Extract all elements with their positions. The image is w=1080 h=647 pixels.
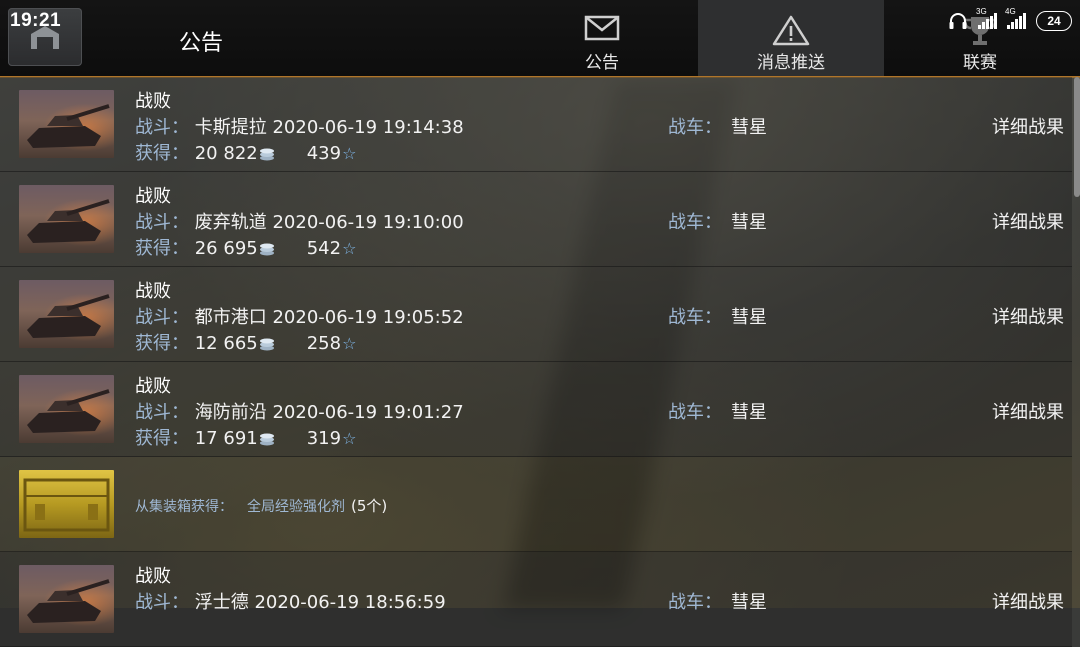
tank-thumbnail (19, 185, 114, 253)
battle-info: 战斗： 浮士德 2020-06-19 18:56:59 (135, 588, 446, 614)
battle-datetime: 2020-06-19 19:01:27 (272, 402, 464, 423)
detail-results-button[interactable]: 详细战果 (992, 398, 1064, 424)
battle-info: 战斗： 卡斯提拉 2020-06-19 19:14:38 (135, 113, 464, 139)
earned-info: 获得： 12 665 258☆ (135, 329, 356, 355)
battle-result: 战败 (135, 281, 171, 302)
signal-4g-icon: 4G (1005, 7, 1026, 29)
battle-label: 战斗： (135, 307, 189, 328)
list-item: 战败 战斗： 海防前沿 2020-06-19 19:01:27 获得： 17 6… (0, 362, 1072, 457)
map-name: 废弃轨道 (194, 212, 267, 233)
crate-source-label: 从集装箱获得： (135, 499, 233, 515)
crate-item-name: 全局经验强化剂 (247, 499, 345, 515)
experience-star-icon: ☆ (342, 239, 357, 258)
detail-results-button[interactable]: 详细战果 (992, 208, 1064, 234)
exp-value: 319 (306, 428, 342, 449)
list-item: 战败 战斗： 浮士德 2020-06-19 18:56:59 战车： 彗星 详细… (0, 552, 1072, 647)
battle-result: 战败 (135, 376, 171, 397)
crate-thumbnail (19, 470, 114, 538)
credits-value: 12 665 (194, 333, 258, 354)
detail-results-button[interactable]: 详细战果 (992, 303, 1064, 329)
earned-label: 获得： (135, 333, 189, 354)
tank-thumbnail (19, 280, 114, 348)
credits-value: 20 822 (194, 143, 258, 164)
tank-label: 战车： (668, 592, 722, 613)
battle-info: 战斗： 海防前沿 2020-06-19 19:01:27 (135, 398, 464, 424)
list-item-crate: 从集装箱获得： 全局经验强化剂 (5个) (0, 457, 1072, 552)
battle-result: 战败 (135, 186, 171, 207)
silver-coin-icon (259, 433, 274, 446)
earned-info: 获得： 26 695 542☆ (135, 234, 356, 260)
battle-label: 战斗： (135, 212, 189, 233)
signal-3g-icon: 3G (976, 7, 997, 29)
tank-name: 彗星 (731, 402, 767, 423)
detail-results-button[interactable]: 详细战果 (992, 113, 1064, 139)
battle-label: 战斗： (135, 402, 189, 423)
exp-value: 258 (306, 333, 342, 354)
battle-info: 战斗： 都市港口 2020-06-19 19:05:52 (135, 303, 464, 329)
tank-thumbnail (19, 375, 114, 443)
map-name: 都市港口 (194, 307, 267, 328)
list-item: 战败 战斗： 都市港口 2020-06-19 19:05:52 获得： 12 6… (0, 267, 1072, 362)
battle-datetime: 2020-06-19 19:05:52 (272, 307, 464, 328)
battle-result: 战败 (135, 566, 171, 587)
tank-label: 战车： (668, 307, 722, 328)
battle-datetime: 2020-06-19 19:10:00 (272, 212, 464, 233)
tank-name: 彗星 (731, 592, 767, 613)
earned-label: 获得： (135, 428, 189, 449)
crate-item-quantity: (5个) (351, 497, 388, 515)
experience-star-icon: ☆ (342, 334, 357, 353)
warning-triangle-icon (772, 15, 810, 46)
map-name: 卡斯提拉 (194, 117, 267, 138)
earned-label: 获得： (135, 143, 189, 164)
status-icons: 3G 4G 24 (948, 7, 1072, 34)
battle-label: 战斗： (135, 592, 189, 613)
tank-name: 彗星 (731, 212, 767, 233)
silver-coin-icon (259, 148, 274, 161)
list-item: 战败 战斗： 废弃轨道 2020-06-19 19:10:00 获得： 26 6… (0, 172, 1072, 267)
map-name: 海防前沿 (194, 402, 267, 423)
exp-value: 439 (306, 143, 342, 164)
silver-coin-icon (259, 243, 274, 256)
experience-star-icon: ☆ (342, 144, 357, 163)
detail-results-button[interactable]: 详细战果 (992, 588, 1064, 614)
earned-info: 获得： 20 822 439☆ (135, 139, 356, 165)
top-bar: 19:21 公告 公告 消息推送 联赛 3G 4G 24 (0, 0, 1080, 77)
credits-value: 17 691 (194, 428, 258, 449)
experience-star-icon: ☆ (342, 429, 357, 448)
tank-thumbnail (19, 90, 114, 158)
tab-push-label: 消息推送 (757, 53, 825, 73)
tab-push[interactable]: 消息推送 (698, 0, 884, 76)
tank-label: 战车： (668, 212, 722, 233)
map-name: 浮士德 (194, 592, 249, 613)
list-item: 战败 战斗： 卡斯提拉 2020-06-19 19:14:38 获得： 20 8… (0, 77, 1072, 172)
tank-label: 战车： (668, 402, 722, 423)
tab-league-label: 联赛 (963, 53, 997, 73)
battle-datetime: 2020-06-19 18:56:59 (254, 592, 446, 613)
list-scrollbar[interactable] (1074, 77, 1080, 197)
earned-info: 获得： 17 691 319☆ (135, 424, 356, 450)
tank-label: 战车： (668, 117, 722, 138)
tank-name: 彗星 (731, 307, 767, 328)
tab-notice[interactable]: 公告 (552, 0, 652, 76)
credits-value: 26 695 (194, 238, 258, 259)
tank-name: 彗星 (731, 117, 767, 138)
envelope-icon (584, 15, 620, 41)
crate-reward-info: 从集装箱获得： 全局经验强化剂 (5个) (135, 495, 387, 516)
headphones-icon (949, 13, 967, 29)
battle-result: 战败 (135, 91, 171, 112)
exp-value: 542 (306, 238, 342, 259)
battery-indicator: 24 (1036, 11, 1072, 31)
message-list: 战败 战斗： 卡斯提拉 2020-06-19 19:14:38 获得： 20 8… (0, 77, 1072, 647)
battle-label: 战斗： (135, 117, 189, 138)
silver-coin-icon (259, 338, 274, 351)
battle-info: 战斗： 废弃轨道 2020-06-19 19:10:00 (135, 208, 464, 234)
earned-label: 获得： (135, 238, 189, 259)
tab-notice-label: 公告 (585, 53, 619, 73)
status-time: 19:21 (10, 10, 62, 31)
page-title: 公告 (179, 31, 224, 56)
battle-datetime: 2020-06-19 19:14:38 (272, 117, 464, 138)
tank-thumbnail (19, 565, 114, 633)
